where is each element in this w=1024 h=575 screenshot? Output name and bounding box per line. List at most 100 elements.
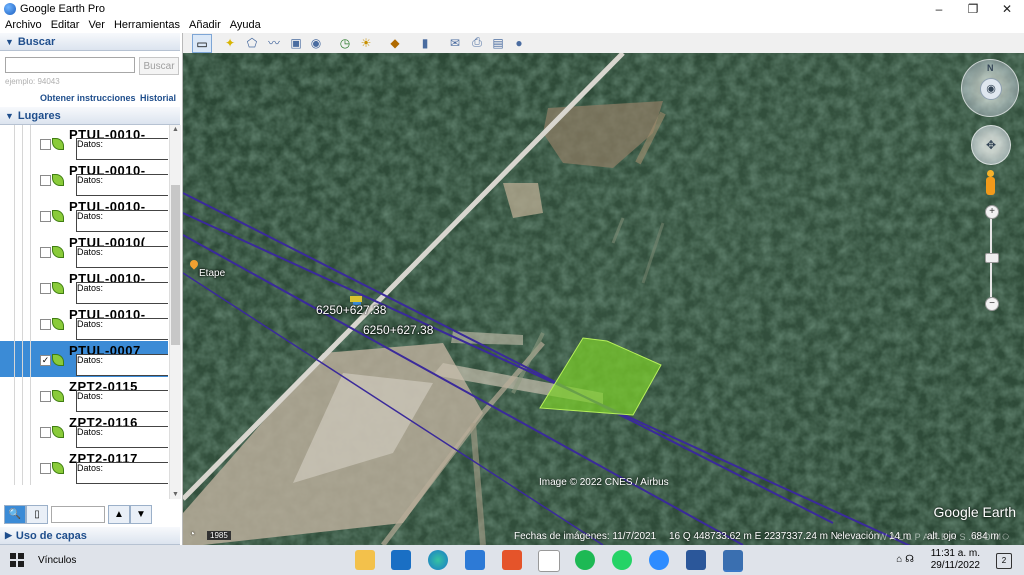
document-icon[interactable] xyxy=(538,550,560,572)
windows-start-icon[interactable] xyxy=(10,553,24,567)
ruler-icon[interactable]: ▮ xyxy=(416,34,434,51)
scroll-thumb[interactable] xyxy=(171,185,180,345)
edge-icon[interactable] xyxy=(428,550,448,570)
place-item[interactable]: PTUL-0010- Datos: xyxy=(0,269,168,305)
places-filter-input[interactable] xyxy=(51,506,105,523)
whatsapp-icon[interactable] xyxy=(612,550,632,570)
eye-altitude-value: 684 m xyxy=(971,531,999,542)
menu-ver[interactable]: Ver xyxy=(83,19,109,31)
layers-panel-header[interactable]: ▶ Uso de capas xyxy=(0,527,180,545)
expand-triangle-icon: ▶ xyxy=(5,530,12,540)
move-up-icon[interactable]: ▲ xyxy=(108,505,130,524)
layers-header-label: Uso de capas xyxy=(15,529,87,542)
planets-icon[interactable]: ◆ xyxy=(386,34,404,51)
search-button[interactable]: Buscar xyxy=(139,57,179,75)
place-checkbox[interactable] xyxy=(40,283,51,294)
record-tour-icon[interactable]: ◉ xyxy=(307,34,325,51)
place-checkbox[interactable] xyxy=(40,319,51,330)
place-checkbox[interactable] xyxy=(40,211,51,222)
zoom-app-icon[interactable] xyxy=(649,550,669,570)
place-checkbox[interactable] xyxy=(40,139,51,150)
restore-button[interactable]: ❐ xyxy=(956,0,990,17)
place-checkbox[interactable] xyxy=(40,427,51,438)
route-label-2[interactable]: 6250+627.38 xyxy=(363,323,433,337)
polygon-leaf-icon xyxy=(52,174,64,186)
zoom-slider-knob[interactable] xyxy=(985,253,999,263)
eye-altitude-label: alt. ojo xyxy=(927,531,957,542)
place-description: Datos: xyxy=(76,282,168,304)
taskbar-links-label[interactable]: Vínculos xyxy=(38,555,76,566)
file-explorer-icon[interactable] xyxy=(355,550,375,570)
search-hint: ejemplo: 94043 xyxy=(5,77,60,86)
google-earth-taskbar-icon[interactable] xyxy=(723,550,743,572)
google-earth-icon xyxy=(4,2,16,15)
minimize-button[interactable]: – xyxy=(922,0,956,17)
image-overlay-icon[interactable]: ▣ xyxy=(287,34,305,51)
sun-icon[interactable]: ☀ xyxy=(357,34,375,51)
history-link[interactable]: Historial xyxy=(140,93,176,103)
menu-editar[interactable]: Editar xyxy=(46,19,84,31)
north-indicator-icon[interactable]: N xyxy=(987,63,994,73)
save-image-icon[interactable]: ▤ xyxy=(489,34,507,51)
place-checkbox[interactable] xyxy=(40,391,51,402)
map-view[interactable]: Etape 6250+627.38 6250+627.38 Image © 20… xyxy=(183,53,1024,545)
place-description: Datos: xyxy=(76,210,168,232)
outlook-icon[interactable] xyxy=(391,550,411,570)
historical-imagery-icon[interactable]: ◷ xyxy=(336,34,354,51)
place-item[interactable]: ZPT2-0116 Datos: xyxy=(0,413,168,449)
move-down-icon[interactable]: ▼ xyxy=(130,505,152,524)
route-label-1[interactable]: 6250+627.38 xyxy=(316,303,386,317)
scroll-down-icon[interactable]: ▼ xyxy=(172,491,179,498)
eye-icon[interactable]: ◉ xyxy=(980,78,1002,100)
path-icon[interactable]: 〰 xyxy=(265,34,283,51)
menu-herramientas[interactable]: Herramientas xyxy=(109,19,184,31)
notification-icon[interactable]: 2 xyxy=(996,553,1012,569)
place-item[interactable]: ✓ PTUL-0007 Datos: xyxy=(0,341,168,377)
place-checkbox[interactable]: ✓ xyxy=(40,355,51,366)
system-tray-icon[interactable]: ⌂ ☊ xyxy=(896,554,914,565)
search-places-icon[interactable]: 🔍 xyxy=(4,505,26,524)
scroll-up-icon[interactable]: ▲ xyxy=(172,126,179,133)
menu-archivo[interactable]: Archivo xyxy=(0,19,46,31)
zoom-out-icon[interactable]: − xyxy=(985,297,999,311)
place-item[interactable]: PTUL-0010(Datos: xyxy=(0,233,168,269)
street-view-pegman-icon[interactable] xyxy=(985,170,995,196)
place-item[interactable]: ZPT2-0117 Datos: xyxy=(0,449,168,485)
spotify-icon[interactable] xyxy=(575,550,595,570)
word-icon[interactable] xyxy=(686,550,706,570)
directions-link[interactable]: Obtener instrucciones xyxy=(40,93,136,103)
look-navigation-control[interactable]: N ◉ xyxy=(961,59,1019,117)
store-icon[interactable] xyxy=(465,550,485,570)
placemark-icon[interactable]: ✦ xyxy=(221,34,239,51)
email-icon[interactable]: ✉ xyxy=(446,34,464,51)
zoom-in-icon[interactable]: + xyxy=(985,205,999,219)
imagery-copyright: Image © 2022 CNES / Airbus xyxy=(539,477,669,488)
polygon-icon[interactable]: ⬠ xyxy=(243,34,261,51)
etape-label[interactable]: Etape xyxy=(199,268,225,279)
menu-anadir[interactable]: Añadir xyxy=(184,19,225,31)
place-item[interactable]: PTUL-0010- Datos: xyxy=(0,305,168,341)
panel-toggle-icon[interactable]: ▯ xyxy=(26,505,48,524)
print-icon[interactable]: ⎙ xyxy=(468,34,486,51)
historical-year[interactable]: 1985 xyxy=(207,531,231,540)
place-item[interactable]: PTUL-0010- Datos: xyxy=(0,161,168,197)
place-item[interactable]: PTUL-0010- Datos: xyxy=(0,125,168,161)
search-input[interactable] xyxy=(5,57,135,73)
brave-icon[interactable] xyxy=(502,550,522,570)
place-checkbox[interactable] xyxy=(40,463,51,474)
search-panel-header[interactable]: ▼ Buscar xyxy=(0,33,180,51)
close-button[interactable]: ✕ xyxy=(990,0,1024,17)
place-item[interactable]: PTUL-0010- Datos: xyxy=(0,197,168,233)
zoom-slider[interactable]: + − xyxy=(985,205,999,311)
google-mini-icon: ◔ xyxy=(189,529,196,540)
menu-ayuda[interactable]: Ayuda xyxy=(225,19,265,31)
places-panel-header[interactable]: ▼ Lugares xyxy=(0,107,180,125)
places-scrollbar[interactable]: ▲ ▼ xyxy=(169,125,181,499)
place-item[interactable]: ZPT2-0115 Datos: xyxy=(0,377,168,413)
maps-icon[interactable]: ● xyxy=(510,34,528,51)
taskbar-clock[interactable]: 11:31 a. m. 29/11/2022 xyxy=(931,548,980,572)
sidebar-toggle-icon[interactable]: ▭ xyxy=(192,34,212,53)
place-checkbox[interactable] xyxy=(40,247,51,258)
place-checkbox[interactable] xyxy=(40,175,51,186)
move-navigation-control[interactable]: ✥ xyxy=(971,125,1011,165)
